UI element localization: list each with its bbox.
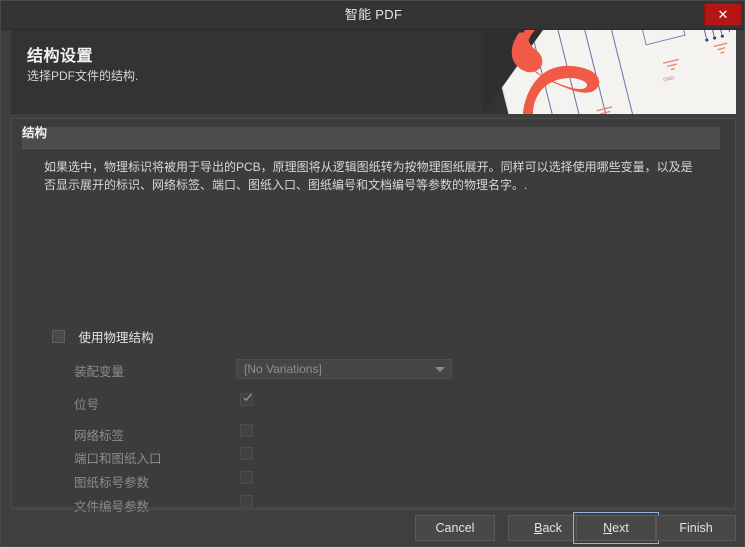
option-label: 网络标签 [74,429,125,443]
footer-divider [11,509,736,510]
assembly-variation-value: [No Variations] [244,362,322,376]
checkbox-box-icon [52,330,65,343]
structure-description: 如果选中，物理标识将被用于导出的PCB，原理图将从逻辑图纸转为按物理图纸展开。同… [44,160,693,192]
option-label: 位号 [74,398,100,412]
dialog-banner: GND GND R101 NET [11,30,736,114]
window-title: 智能 PDF [344,7,403,22]
close-icon[interactable]: ✕ [704,3,742,26]
back-label-rest: ack [542,521,562,535]
content-panel: 结构 如果选中，物理标识将被用于导出的PCB，原理图将从逻辑图纸转为按物理图纸展… [11,118,736,514]
option-checkbox[interactable] [240,495,253,508]
page-subtitle: 选择PDF文件的结构. [27,69,139,83]
title-bar: 智能 PDF ✕ [1,1,744,30]
option-label: 图纸标号参数 [74,476,150,490]
chevron-down-icon [435,367,445,372]
option-checkbox[interactable] [240,424,253,437]
next-accelerator: N [603,521,613,535]
assembly-variation-select[interactable]: [No Variations] [236,359,452,379]
option-checkbox[interactable] [240,447,253,460]
option-checkbox[interactable] [240,393,253,406]
option-label: 文件编号参数 [74,500,150,514]
assembly-variation-label: 装配变量 [74,365,125,379]
check-icon [243,393,252,402]
use-physical-structure-checkbox[interactable]: 使用物理结构 [52,327,153,345]
use-physical-structure-label: 使用物理结构 [78,331,154,345]
next-label-rest: ext [612,521,629,535]
cancel-button[interactable]: Cancel [415,515,495,541]
option-label: 端口和图纸入口 [74,452,162,466]
page-title: 结构设置 [27,48,94,65]
group-title: 结构 [22,126,48,140]
smart-pdf-dialog: 智能 PDF ✕ GND 结构设置 选择PDF文件的结构. 结构 如果选中，物理… [0,0,745,547]
finish-button[interactable]: Finish [656,515,736,541]
option-checkbox[interactable] [240,471,253,484]
group-header-structure [22,127,720,149]
next-button[interactable]: Next [573,512,659,544]
acrobat-pdf-artwork-icon: GND GND R101 NET [483,30,736,114]
